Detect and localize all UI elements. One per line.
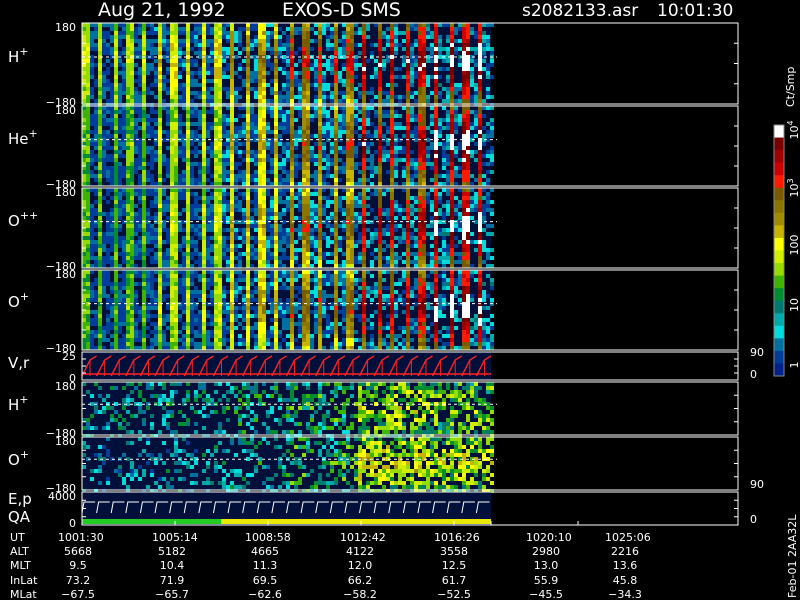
orbit-row-label: UT — [10, 531, 25, 544]
y-tick-top: 180 — [55, 268, 76, 281]
orbit-table-cell: 71.9 — [160, 574, 185, 587]
colorbar-segment — [774, 162, 784, 176]
footer-id: Feb-01 2AA32L — [786, 514, 799, 598]
colorbar-label: 10 — [788, 298, 800, 312]
orbit-table-cell: 1008:58 — [245, 531, 291, 544]
colorbar-segment — [774, 350, 784, 364]
colorbar-segment — [774, 325, 784, 339]
right-tick-bottom: 90 — [750, 478, 764, 491]
colorbar-segment — [774, 363, 784, 377]
orbit-table-cell: 5668 — [64, 545, 92, 558]
orbit-table-cell: 1012:42 — [340, 531, 386, 544]
orbit-table-cell: 61.7 — [442, 574, 467, 587]
colorbar-label: 1 — [788, 362, 800, 369]
y-tick-top: 180 — [55, 380, 76, 393]
panel-label-superscript: + — [29, 127, 38, 140]
orbit-table-cell: 2216 — [611, 545, 639, 558]
colorbar-segment — [774, 288, 784, 302]
panel-label-superscript: + — [19, 45, 28, 58]
y-tick-top: 180 — [55, 21, 76, 34]
orbit-table-cell: 73.2 — [66, 574, 91, 587]
sms-spectrogram-figure: Aug 21, 1992 EXOS-D SMS s2082133.asr 10:… — [0, 0, 800, 600]
colorbar-segment — [774, 175, 784, 189]
colorbar-segment — [774, 150, 784, 164]
orbit-table-cell: 11.3 — [253, 559, 278, 572]
colorbar-segment — [774, 200, 784, 214]
qa-bar-good — [82, 519, 222, 524]
orbit-row-label: MLT — [10, 559, 31, 572]
orbit-table-cell: 13.0 — [534, 559, 559, 572]
orbit-table-cell: 12.5 — [442, 559, 467, 572]
orbit-table-cell: 4665 — [251, 545, 279, 558]
orbit-table-cell: 3558 — [440, 545, 468, 558]
orbit-table-cell: 1005:14 — [152, 531, 198, 544]
panel-label-superscript: ++ — [20, 209, 38, 222]
colorbar-segment — [774, 313, 784, 327]
orbit-table-cell: 55.9 — [534, 574, 559, 587]
panel-label-superscript: + — [20, 448, 29, 461]
panel-label: V,r — [8, 354, 30, 372]
colorbar-label: 100 — [788, 235, 800, 256]
orbit-table-cell: 1025:06 — [605, 531, 651, 544]
orbit-table-cell: −45.5 — [529, 588, 563, 600]
orbit-table-cell: −34.3 — [608, 588, 642, 600]
panel-label-secondary: QA — [8, 508, 31, 526]
orbit-row-label: MLat — [10, 588, 37, 600]
orbit-table-cell: −67.5 — [61, 588, 95, 600]
orbit-table-cell: −62.6 — [248, 588, 282, 600]
colorbar-segment — [774, 275, 784, 289]
y-tick-top: 180 — [55, 104, 76, 117]
orbit-table-cell: 2980 — [532, 545, 560, 558]
y-tick-bottom: 0 — [69, 517, 76, 530]
orbit-table-cell: 4122 — [346, 545, 374, 558]
y-tick-top: 180 — [55, 435, 76, 448]
orbit-table-cell: 45.8 — [613, 574, 638, 587]
right-tick-bottom: 0 — [750, 368, 757, 381]
panel-label: E,p — [8, 490, 32, 508]
orbit-table-cell: 13.6 — [613, 559, 638, 572]
header-time: 10:01:30 — [657, 1, 733, 21]
colorbar-segment — [774, 300, 784, 314]
colorbar-segment — [774, 187, 784, 201]
colorbar-segment — [774, 338, 784, 352]
right-tick-bottom: 0 — [750, 513, 757, 526]
y-tick-top: 25 — [62, 350, 76, 363]
orbit-table-cell: −52.5 — [437, 588, 471, 600]
colorbar-segment — [774, 212, 784, 226]
colorbar-segment — [774, 237, 784, 251]
right-tick-top: 90 — [750, 346, 764, 359]
colorbar-segment — [774, 137, 784, 151]
header-date: Aug 21, 1992 — [98, 0, 226, 21]
y-tick-top: 180 — [55, 186, 76, 199]
y-tick-top: 4000 — [48, 490, 76, 503]
colorbar-segment — [774, 225, 784, 239]
orbit-table-cell: 5182 — [158, 545, 186, 558]
orbit-row-label: ALT — [10, 545, 29, 558]
header-instrument: EXOS-D SMS — [282, 0, 401, 21]
orbit-table-cell: 12.0 — [348, 559, 373, 572]
orbit-table-cell: 10.4 — [160, 559, 185, 572]
orbit-table-cell: 1016:26 — [434, 531, 480, 544]
qa-bar-caution — [221, 519, 491, 524]
panel-label-superscript: + — [20, 290, 29, 303]
colorbar-segment — [774, 125, 784, 139]
colorbar-segment — [774, 263, 784, 277]
orbit-table-cell: −65.7 — [155, 588, 189, 600]
orbit-table-cell: 1020:10 — [526, 531, 572, 544]
colorbar-segment — [774, 250, 784, 264]
colorbar-unit: Ct/Smp — [784, 67, 797, 107]
orbit-table-cell: 69.5 — [253, 574, 278, 587]
heatmap-cells — [82, 188, 494, 268]
orbit-table-cell: −58.2 — [343, 588, 377, 600]
orbit-table-cell: 66.2 — [348, 574, 373, 587]
panel-label-superscript: + — [19, 393, 28, 406]
heatmap-cells — [82, 270, 494, 350]
header-file: s2082133.asr — [522, 1, 638, 21]
orbit-table-cell: 1001:30 — [58, 531, 104, 544]
orbit-row-label: InLat — [10, 574, 38, 587]
orbit-table-cell: 9.5 — [69, 559, 87, 572]
